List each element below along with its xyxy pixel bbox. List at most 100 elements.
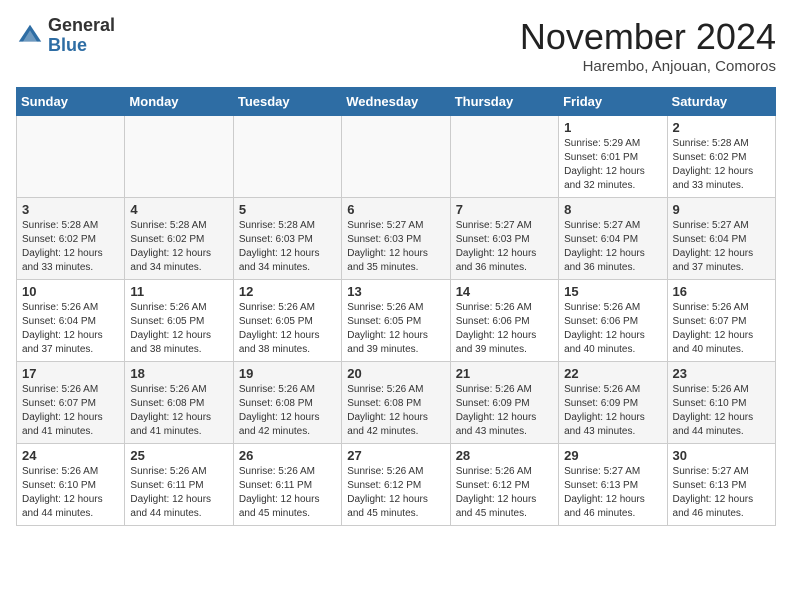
- calendar-cell: 20 Sunrise: 5:26 AM Sunset: 6:08 PM Dayli…: [342, 362, 450, 444]
- calendar-cell: 23 Sunrise: 5:26 AM Sunset: 6:10 PM Dayli…: [667, 362, 775, 444]
- calendar-cell: 24 Sunrise: 5:26 AM Sunset: 6:10 PM Dayli…: [17, 444, 125, 526]
- day-number: 9: [673, 202, 770, 217]
- day-info: Sunrise: 5:27 AM Sunset: 6:13 PM Dayligh…: [564, 465, 661, 521]
- calendar-week-row: 24 Sunrise: 5:26 AM Sunset: 6:10 PM Dayli…: [17, 444, 776, 526]
- calendar-week-row: 1Sunrise: 5:29 AM Sunset: 6:01 PM Daylig…: [17, 116, 776, 198]
- calendar-cell: 29Sunrise: 5:27 AM Sunset: 6:13 PM Dayli…: [559, 444, 667, 526]
- day-info: Sunrise: 5:26 AM Sunset: 6:06 PM Dayligh…: [456, 301, 553, 357]
- day-info: Sunrise: 5:26 AM Sunset: 6:09 PM Dayligh…: [456, 383, 553, 439]
- day-number: 3: [22, 202, 119, 217]
- day-info: Sunrise: 5:26 AM Sunset: 6:10 PM Dayligh…: [673, 383, 770, 439]
- day-info: Sunrise: 5:26 AM Sunset: 6:08 PM Dayligh…: [239, 383, 336, 439]
- day-number: 6: [347, 202, 444, 217]
- day-info: Sunrise: 5:26 AM Sunset: 6:07 PM Dayligh…: [673, 301, 770, 357]
- day-info: Sunrise: 5:27 AM Sunset: 6:03 PM Dayligh…: [456, 219, 553, 275]
- calendar-cell: 21Sunrise: 5:26 AM Sunset: 6:09 PM Dayli…: [450, 362, 558, 444]
- day-info: Sunrise: 5:26 AM Sunset: 6:10 PM Dayligh…: [22, 465, 119, 521]
- month-title: November 2024: [520, 16, 776, 58]
- logo: General Blue: [16, 16, 115, 56]
- day-number: 10: [22, 284, 119, 299]
- calendar-cell: 16 Sunrise: 5:26 AM Sunset: 6:07 PM Dayli…: [667, 280, 775, 362]
- day-number: 1: [564, 120, 661, 135]
- day-number: 7: [456, 202, 553, 217]
- calendar-cell: 17Sunrise: 5:26 AM Sunset: 6:07 PM Dayli…: [17, 362, 125, 444]
- calendar-cell: 3 Sunrise: 5:28 AM Sunset: 6:02 PM Daylig…: [17, 198, 125, 280]
- calendar-cell: 9 Sunrise: 5:27 AM Sunset: 6:04 PM Daylig…: [667, 198, 775, 280]
- day-number: 25: [130, 448, 227, 463]
- day-number: 30: [673, 448, 770, 463]
- day-number: 23: [673, 366, 770, 381]
- calendar-table: SundayMondayTuesdayWednesdayThursdayFrid…: [16, 87, 776, 526]
- day-info: Sunrise: 5:26 AM Sunset: 6:07 PM Dayligh…: [22, 383, 119, 439]
- calendar-cell: 19 Sunrise: 5:26 AM Sunset: 6:08 PM Dayli…: [233, 362, 341, 444]
- day-number: 20: [347, 366, 444, 381]
- day-number: 8: [564, 202, 661, 217]
- calendar-cell: 13 Sunrise: 5:26 AM Sunset: 6:05 PM Dayli…: [342, 280, 450, 362]
- calendar-cell: 2Sunrise: 5:28 AM Sunset: 6:02 PM Daylig…: [667, 116, 775, 198]
- calendar-cell: [342, 116, 450, 198]
- day-info: Sunrise: 5:28 AM Sunset: 6:02 PM Dayligh…: [673, 137, 770, 193]
- day-number: 14: [456, 284, 553, 299]
- calendar-cell: 11Sunrise: 5:26 AM Sunset: 6:05 PM Dayli…: [125, 280, 233, 362]
- day-number: 12: [239, 284, 336, 299]
- day-info: Sunrise: 5:28 AM Sunset: 6:02 PM Dayligh…: [130, 219, 227, 275]
- calendar-cell: 12 Sunrise: 5:26 AM Sunset: 6:05 PM Dayli…: [233, 280, 341, 362]
- day-info: Sunrise: 5:26 AM Sunset: 6:09 PM Dayligh…: [564, 383, 661, 439]
- day-number: 18: [130, 366, 227, 381]
- calendar-cell: 14 Sunrise: 5:26 AM Sunset: 6:06 PM Dayli…: [450, 280, 558, 362]
- calendar-cell: 6Sunrise: 5:27 AM Sunset: 6:03 PM Daylig…: [342, 198, 450, 280]
- calendar-cell: 28 Sunrise: 5:26 AM Sunset: 6:12 PM Dayli…: [450, 444, 558, 526]
- calendar-cell: [450, 116, 558, 198]
- logo-icon: [16, 22, 44, 50]
- calendar-cell: 10 Sunrise: 5:26 AM Sunset: 6:04 PM Dayli…: [17, 280, 125, 362]
- calendar-cell: [233, 116, 341, 198]
- weekday-header: Tuesday: [233, 88, 341, 116]
- calendar-cell: 7 Sunrise: 5:27 AM Sunset: 6:03 PM Daylig…: [450, 198, 558, 280]
- day-number: 13: [347, 284, 444, 299]
- calendar-cell: 4 Sunrise: 5:28 AM Sunset: 6:02 PM Daylig…: [125, 198, 233, 280]
- day-info: Sunrise: 5:26 AM Sunset: 6:08 PM Dayligh…: [130, 383, 227, 439]
- day-info: Sunrise: 5:26 AM Sunset: 6:05 PM Dayligh…: [239, 301, 336, 357]
- day-info: Sunrise: 5:26 AM Sunset: 6:12 PM Dayligh…: [347, 465, 444, 521]
- day-info: Sunrise: 5:27 AM Sunset: 6:04 PM Dayligh…: [564, 219, 661, 275]
- calendar-cell: 26 Sunrise: 5:26 AM Sunset: 6:11 PM Dayli…: [233, 444, 341, 526]
- day-info: Sunrise: 5:26 AM Sunset: 6:11 PM Dayligh…: [130, 465, 227, 521]
- calendar-week-row: 10 Sunrise: 5:26 AM Sunset: 6:04 PM Dayli…: [17, 280, 776, 362]
- day-info: Sunrise: 5:28 AM Sunset: 6:03 PM Dayligh…: [239, 219, 336, 275]
- day-info: Sunrise: 5:26 AM Sunset: 6:08 PM Dayligh…: [347, 383, 444, 439]
- day-number: 4: [130, 202, 227, 217]
- calendar-cell: 1Sunrise: 5:29 AM Sunset: 6:01 PM Daylig…: [559, 116, 667, 198]
- day-number: 5: [239, 202, 336, 217]
- calendar-week-row: 3 Sunrise: 5:28 AM Sunset: 6:02 PM Daylig…: [17, 198, 776, 280]
- weekday-header: Wednesday: [342, 88, 450, 116]
- day-info: Sunrise: 5:26 AM Sunset: 6:05 PM Dayligh…: [347, 301, 444, 357]
- day-number: 16: [673, 284, 770, 299]
- calendar-cell: 15Sunrise: 5:26 AM Sunset: 6:06 PM Dayli…: [559, 280, 667, 362]
- day-info: Sunrise: 5:26 AM Sunset: 6:12 PM Dayligh…: [456, 465, 553, 521]
- calendar-cell: 8 Sunrise: 5:27 AM Sunset: 6:04 PM Daylig…: [559, 198, 667, 280]
- day-number: 22: [564, 366, 661, 381]
- location: Harembo, Anjouan, Comoros: [520, 58, 776, 75]
- logo-text: General Blue: [48, 16, 115, 56]
- calendar-cell: 25 Sunrise: 5:26 AM Sunset: 6:11 PM Dayli…: [125, 444, 233, 526]
- day-info: Sunrise: 5:26 AM Sunset: 6:11 PM Dayligh…: [239, 465, 336, 521]
- calendar-cell: [17, 116, 125, 198]
- weekday-header: Monday: [125, 88, 233, 116]
- day-number: 24: [22, 448, 119, 463]
- day-info: Sunrise: 5:28 AM Sunset: 6:02 PM Dayligh…: [22, 219, 119, 275]
- calendar-cell: 18 Sunrise: 5:26 AM Sunset: 6:08 PM Dayli…: [125, 362, 233, 444]
- weekday-header: Friday: [559, 88, 667, 116]
- day-number: 27: [347, 448, 444, 463]
- day-number: 19: [239, 366, 336, 381]
- calendar-week-row: 17Sunrise: 5:26 AM Sunset: 6:07 PM Dayli…: [17, 362, 776, 444]
- calendar-cell: 30Sunrise: 5:27 AM Sunset: 6:13 PM Dayli…: [667, 444, 775, 526]
- day-info: Sunrise: 5:26 AM Sunset: 6:06 PM Dayligh…: [564, 301, 661, 357]
- day-info: Sunrise: 5:26 AM Sunset: 6:04 PM Dayligh…: [22, 301, 119, 357]
- day-info: Sunrise: 5:27 AM Sunset: 6:04 PM Dayligh…: [673, 219, 770, 275]
- day-number: 26: [239, 448, 336, 463]
- day-number: 28: [456, 448, 553, 463]
- title-block: November 2024 Harembo, Anjouan, Comoros: [520, 16, 776, 75]
- calendar-cell: [125, 116, 233, 198]
- weekday-header: Saturday: [667, 88, 775, 116]
- logo-general: General: [48, 16, 115, 36]
